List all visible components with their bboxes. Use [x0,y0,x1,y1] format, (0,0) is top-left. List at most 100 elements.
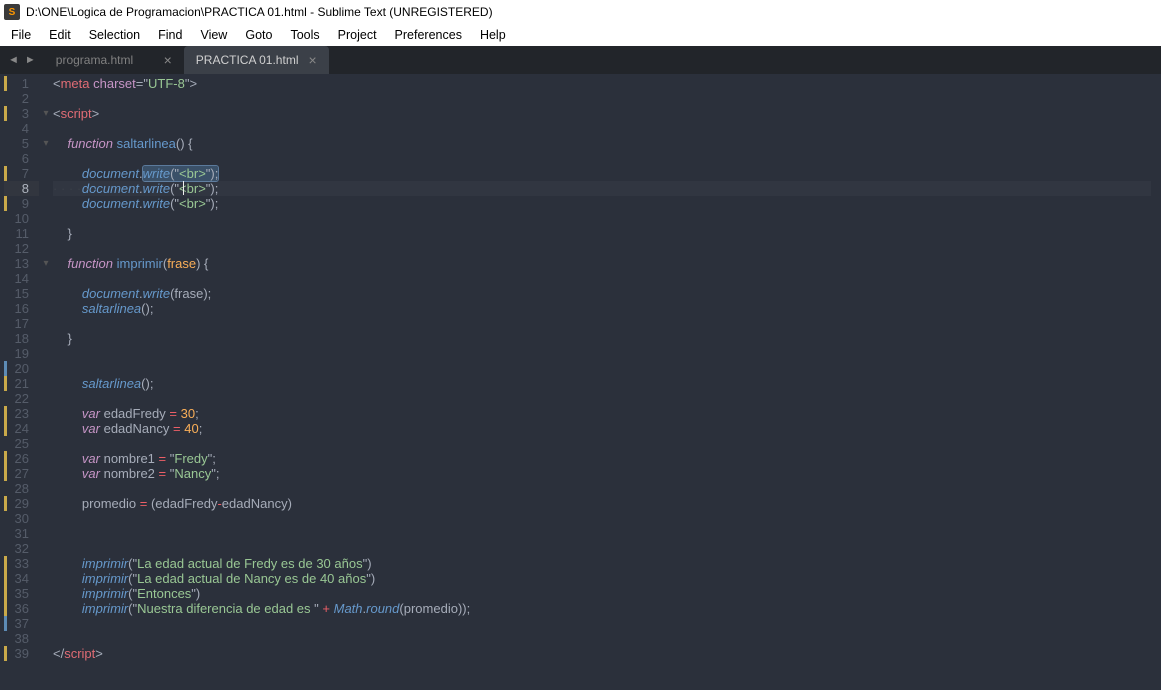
code-line[interactable]: document.write(frase); [53,286,1151,301]
fold-marker-icon[interactable]: ▾ [39,136,53,151]
code-line[interactable]: imprimir("La edad actual de Nancy es de … [53,571,1151,586]
line-number: 9 [4,196,39,211]
code-line[interactable]: saltarlinea(); [53,301,1151,316]
nav-back-icon[interactable]: ◄ [8,54,19,66]
line-number: 29 [4,496,39,511]
line-number: 2 [4,91,39,106]
line-number: 20 [4,361,39,376]
line-number: 12 [4,241,39,256]
code-line[interactable]: <script> [53,106,1151,121]
line-number: 26 [4,451,39,466]
line-number: 14 [4,271,39,286]
code-line[interactable] [53,436,1151,451]
line-number-gutter: 1234567891011121314151617181920212223242… [4,74,39,690]
code-line[interactable] [53,616,1151,631]
tab-bar: ◄ ► programa.html × PRACTICA 01.html × [0,46,1161,74]
line-number: 16 [4,301,39,316]
line-number: 5 [4,136,39,151]
line-number: 19 [4,346,39,361]
code-line[interactable]: imprimir("La edad actual de Fredy es de … [53,556,1151,571]
code-line[interactable]: var edadNancy = 40; [53,421,1151,436]
code-line[interactable] [53,121,1151,136]
code-line[interactable]: document.write("<br>"); [53,196,1151,211]
code-line[interactable] [53,631,1151,646]
code-line[interactable] [53,316,1151,331]
code-line[interactable]: } [53,226,1151,241]
fold-marker-icon[interactable]: ▾ [39,106,53,121]
code-line[interactable] [53,211,1151,226]
line-number: 33 [4,556,39,571]
tab-label: PRACTICA 01.html [196,53,299,67]
code-line[interactable]: function saltarlinea() { [53,136,1151,151]
menu-edit[interactable]: Edit [40,26,80,44]
code-line[interactable] [53,91,1151,106]
code-line[interactable]: imprimir("Nuestra diferencia de edad es … [53,601,1151,616]
code-line[interactable]: var edadFredy = 30; [53,406,1151,421]
line-number: 8 [4,181,39,196]
line-number: 32 [4,541,39,556]
code-area[interactable]: <meta charset="UTF-8"> <script> function … [53,74,1151,690]
code-line[interactable] [53,151,1151,166]
code-line[interactable] [53,361,1151,376]
line-number: 30 [4,511,39,526]
code-line[interactable] [53,541,1151,556]
line-number: 15 [4,286,39,301]
nav-forward-icon[interactable]: ► [25,54,36,66]
code-line[interactable]: var nombre1 = "Fredy"; [53,451,1151,466]
code-line[interactable] [53,346,1151,361]
menu-tools[interactable]: Tools [281,26,328,44]
line-number: 37 [4,616,39,631]
line-number: 38 [4,631,39,646]
menu-selection[interactable]: Selection [80,26,149,44]
code-line[interactable] [53,391,1151,406]
tab-close-icon[interactable]: × [154,53,172,67]
code-line[interactable]: function imprimir(frase) { [53,256,1151,271]
menu-project[interactable]: Project [329,26,386,44]
menu-help[interactable]: Help [471,26,515,44]
line-number: 23 [4,406,39,421]
code-line[interactable] [53,241,1151,256]
tab-practica01[interactable]: PRACTICA 01.html × [184,46,329,74]
code-line[interactable]: · · · · · · document.write("<br>"); [53,181,1151,196]
code-line[interactable]: saltarlinea(); [53,376,1151,391]
fold-marker-icon[interactable]: ▾ [39,256,53,271]
line-number: 3 [4,106,39,121]
code-line[interactable]: </script> [53,646,1151,661]
menu-file[interactable]: File [2,26,40,44]
tab-close-icon[interactable]: × [298,53,316,67]
menu-goto[interactable]: Goto [236,26,281,44]
line-number: 31 [4,526,39,541]
nav-arrows: ◄ ► [0,46,44,74]
fold-gutter: ▾ ▾ ▾ [39,74,53,690]
line-number: 1 [4,76,39,91]
code-line[interactable]: promedio = (edadFredy-edadNancy) [53,496,1151,511]
window-title: D:\ONE\Logica de Programacion\PRACTICA 0… [26,5,493,19]
code-line[interactable]: document.write("<br>"); [53,166,1151,181]
line-number: 21 [4,376,39,391]
menu-view[interactable]: View [191,26,236,44]
line-number: 11 [4,226,39,241]
code-line[interactable] [53,481,1151,496]
tab-programa[interactable]: programa.html × [44,46,184,74]
line-number: 10 [4,211,39,226]
tab-label: programa.html [56,53,133,67]
menu-find[interactable]: Find [149,26,191,44]
menu-bar: File Edit Selection Find View Goto Tools… [0,24,1161,46]
menu-preferences[interactable]: Preferences [386,26,471,44]
line-number: 6 [4,151,39,166]
code-line[interactable]: var nombre2 = "Nancy"; [53,466,1151,481]
line-number: 39 [4,646,39,661]
app-icon: S [4,4,20,20]
code-line[interactable] [53,511,1151,526]
code-line[interactable] [53,526,1151,541]
editor[interactable]: 1234567891011121314151617181920212223242… [0,74,1161,690]
line-number: 17 [4,316,39,331]
minimap[interactable] [1151,74,1161,690]
code-line[interactable] [53,271,1151,286]
line-number: 28 [4,481,39,496]
line-number: 4 [4,121,39,136]
code-line[interactable]: <meta charset="UTF-8"> [53,76,1151,91]
line-number: 13 [4,256,39,271]
code-line[interactable]: } [53,331,1151,346]
code-line[interactable]: imprimir("Entonces") [53,586,1151,601]
